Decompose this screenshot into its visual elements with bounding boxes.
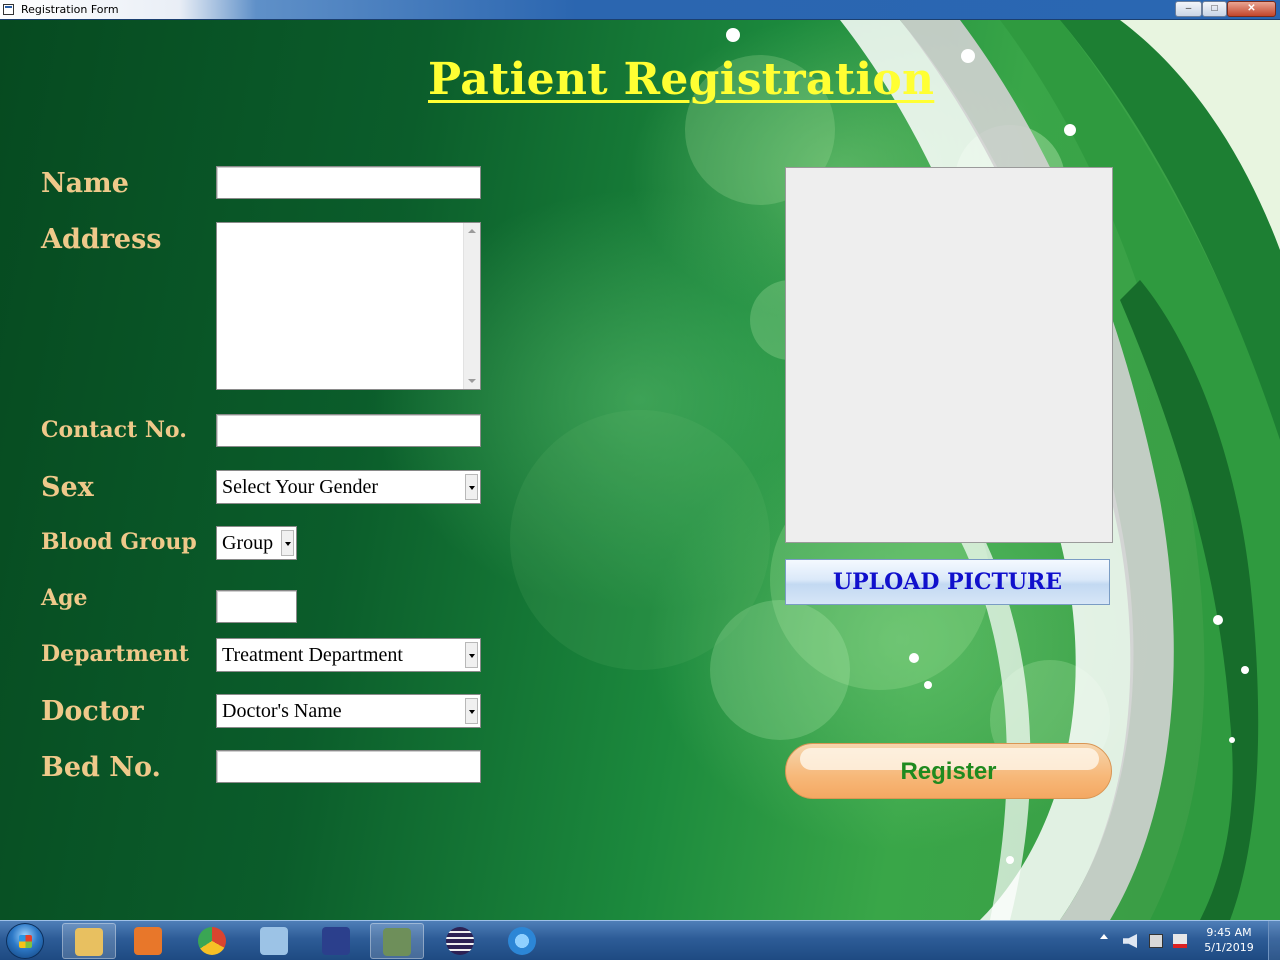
chevron-down-icon[interactable] bbox=[465, 698, 478, 724]
department-select-value: Treatment Department bbox=[222, 644, 403, 666]
chevron-down-icon[interactable] bbox=[465, 642, 478, 668]
taskbar-item-notepad[interactable] bbox=[248, 923, 302, 959]
department-label: Department bbox=[41, 641, 189, 667]
window-title: Registration Form bbox=[21, 3, 119, 16]
network-icon[interactable] bbox=[1149, 934, 1163, 948]
registration-app-icon bbox=[383, 928, 411, 956]
notepad-icon bbox=[260, 927, 288, 955]
chevron-down-icon[interactable] bbox=[465, 474, 478, 500]
age-input[interactable] bbox=[216, 590, 297, 623]
gender-select[interactable]: Select Your Gender bbox=[216, 470, 481, 504]
chrome-icon bbox=[198, 927, 226, 955]
flag-icon[interactable] bbox=[1173, 934, 1187, 948]
taskbar-item-registration-app[interactable] bbox=[370, 923, 424, 959]
taskbar-item-chrome[interactable] bbox=[186, 923, 240, 959]
taskbar-item-ie[interactable] bbox=[496, 923, 550, 959]
doctor-select-value: Doctor's Name bbox=[222, 700, 342, 722]
blood-group-select[interactable]: Group bbox=[216, 526, 297, 560]
clock-time: 9:45 AM bbox=[1206, 926, 1252, 939]
tray-overflow-icon[interactable] bbox=[1100, 934, 1108, 939]
taskbar-item-eclipse[interactable] bbox=[434, 923, 488, 959]
taskbar: 9:45 AM 5/1/2019 bbox=[0, 920, 1280, 960]
blood-group-label: Blood Group bbox=[41, 529, 197, 555]
chevron-down-icon[interactable] bbox=[281, 530, 294, 556]
form-canvas: Patient Registration Name Address Contac… bbox=[0, 20, 1280, 920]
window-titlebar: Registration Form – □ ✕ bbox=[0, 0, 1280, 20]
name-input[interactable] bbox=[216, 166, 481, 199]
register-button[interactable]: Register bbox=[785, 743, 1112, 799]
name-label: Name bbox=[41, 168, 129, 199]
bed-input[interactable] bbox=[216, 750, 481, 783]
gender-select-value: Select Your Gender bbox=[222, 476, 379, 498]
internet-explorer-icon bbox=[508, 927, 536, 955]
clock-date: 5/1/2019 bbox=[1204, 941, 1254, 954]
sex-label: Sex bbox=[41, 472, 94, 503]
address-textarea[interactable] bbox=[216, 222, 481, 390]
taskbar-item-media-player[interactable] bbox=[122, 923, 176, 959]
picture-preview bbox=[785, 167, 1113, 543]
contact-input[interactable] bbox=[216, 414, 481, 447]
volume-icon[interactable] bbox=[1123, 934, 1137, 948]
upload-picture-button[interactable]: UPLOAD PICTURE bbox=[785, 559, 1110, 605]
address-label: Address bbox=[41, 224, 162, 255]
media-player-icon bbox=[134, 927, 162, 955]
age-label: Age bbox=[41, 585, 88, 611]
minimize-button[interactable]: – bbox=[1175, 1, 1202, 17]
blood-group-select-value: Group bbox=[222, 532, 274, 554]
doctor-label: Doctor bbox=[41, 696, 144, 727]
system-clock[interactable]: 9:45 AM 5/1/2019 bbox=[1200, 925, 1258, 955]
maximize-button[interactable]: □ bbox=[1202, 1, 1227, 17]
taskbar-item-explorer[interactable] bbox=[62, 923, 116, 959]
taskbar-item-devcpp[interactable] bbox=[310, 923, 364, 959]
page-title: Patient Registration bbox=[428, 54, 935, 105]
show-desktop-button[interactable] bbox=[1268, 921, 1280, 960]
scroll-down-arrow-icon[interactable] bbox=[468, 379, 476, 383]
contact-label: Contact No. bbox=[41, 417, 187, 443]
bed-label: Bed No. bbox=[41, 752, 161, 783]
close-button[interactable]: ✕ bbox=[1227, 1, 1276, 17]
app-icon bbox=[3, 4, 14, 15]
register-button-label: Register bbox=[900, 758, 997, 785]
file-explorer-icon bbox=[75, 928, 103, 956]
scroll-up-arrow-icon[interactable] bbox=[468, 229, 476, 233]
eclipse-icon bbox=[446, 927, 474, 955]
address-scrollbar[interactable] bbox=[463, 223, 480, 389]
department-select[interactable]: Treatment Department bbox=[216, 638, 481, 672]
windows-logo-icon[interactable] bbox=[6, 923, 44, 959]
devcpp-icon bbox=[322, 927, 350, 955]
doctor-select[interactable]: Doctor's Name bbox=[216, 694, 481, 728]
